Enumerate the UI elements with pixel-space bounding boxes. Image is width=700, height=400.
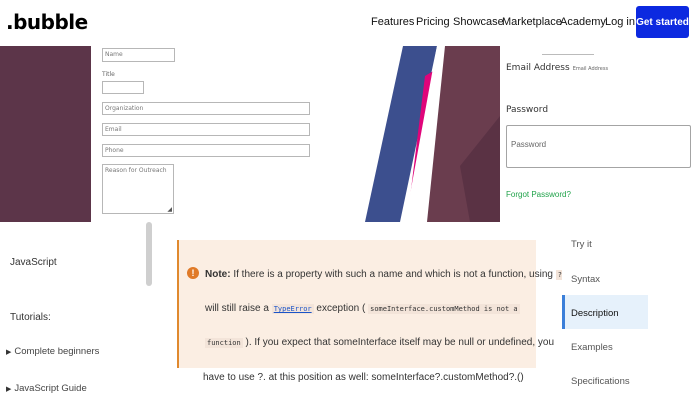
note-text: exception ( — [316, 303, 366, 314]
resize-handle-icon[interactable]: ◢ — [167, 206, 172, 213]
get-started-button[interactable]: Get started — [636, 6, 689, 38]
hero-graphic — [365, 46, 500, 222]
bubble-logo[interactable]: .bubble — [6, 10, 88, 34]
reason-textarea[interactable]: Reason for Outreach ◢ — [102, 164, 174, 214]
note-text: will still raise a — [205, 303, 269, 314]
expand-triangle-icon: ▶ — [6, 386, 12, 393]
sidebar-tutorials-label: Tutorials: — [10, 312, 51, 323]
divider — [542, 54, 594, 55]
nav-link-showcase[interactable]: Showcase — [453, 16, 504, 28]
note-text: ). If you expect that someInterface itse… — [245, 337, 555, 348]
toc-item-specifications[interactable]: Specifications — [571, 376, 630, 387]
password-input[interactable]: Password — [506, 125, 691, 168]
note-text: If there is a property with such a name … — [233, 269, 553, 280]
contact-form: Name Title Organization Email Phone Reas… — [91, 46, 365, 222]
abstract-shapes-image — [365, 46, 500, 222]
decorative-block — [0, 46, 91, 222]
password-label: Password — [506, 105, 549, 115]
phone-field[interactable]: Phone — [102, 144, 310, 157]
sidebar-item-label: JavaScript Guide — [14, 383, 87, 394]
name-field[interactable]: Name — [102, 48, 175, 62]
nav-link-academy[interactable]: Academy — [560, 16, 606, 28]
email-label-text: Email Address — [506, 63, 570, 73]
note-line-3: function ). If you expect that someInter… — [205, 337, 554, 348]
code-snippet: function — [205, 338, 243, 348]
forgot-password-link[interactable]: Forgot Password? — [506, 190, 571, 199]
login-panel: Email Address Email Address Password Pass… — [500, 46, 700, 222]
organization-field[interactable]: Organization — [102, 102, 310, 115]
sidebar-item-complete-beginners[interactable]: ▶ Complete beginners — [6, 346, 99, 357]
nav-link-features[interactable]: Features — [371, 16, 414, 28]
title-label: Title — [102, 71, 115, 78]
sidebar-item-javascript-guide[interactable]: ▶ JavaScript Guide — [6, 383, 87, 394]
email-label: Email Address Email Address — [506, 63, 608, 73]
sidebar-scrollbar[interactable] — [146, 222, 152, 286]
note-line-1: Note: If there is a property with such a… — [205, 269, 569, 280]
table-of-contents: Try it Syntax Description Examples Speci… — [562, 222, 700, 400]
nav-link-pricing[interactable]: Pricing — [416, 16, 450, 28]
toc-item-syntax[interactable]: Syntax — [571, 274, 600, 285]
nav-link-login[interactable]: Log in — [605, 16, 635, 28]
toc-item-examples[interactable]: Examples — [571, 342, 613, 353]
paragraph-text: have to use ?. at this position as well:… — [203, 372, 524, 383]
reason-placeholder: Reason for Outreach — [105, 167, 167, 174]
email-input[interactable]: Email Address — [573, 66, 608, 72]
note-line-2: will still raise a TypeError exception (… — [205, 303, 520, 314]
expand-triangle-icon: ▶ — [6, 349, 12, 356]
note-label: Note: — [205, 269, 231, 280]
nav-link-marketplace[interactable]: Marketplace — [502, 16, 562, 28]
top-navbar: .bubble Features Pricing Showcase Market… — [0, 0, 700, 46]
sidebar-item-label: Complete beginners — [14, 346, 100, 357]
mdn-sidebar: JavaScript Tutorials: ▶ Complete beginner… — [0, 222, 175, 400]
code-snippet: someInterface.customMethod is not a — [368, 304, 520, 314]
warning-icon: ! — [187, 267, 199, 279]
sidebar-section-title[interactable]: JavaScript — [10, 257, 57, 268]
email-field[interactable]: Email — [102, 123, 310, 136]
typeerror-link[interactable]: TypeError — [271, 304, 314, 314]
title-field[interactable] — [102, 81, 144, 94]
note-callout: ! Note: If there is a property with such… — [177, 240, 569, 368]
toc-item-description[interactable]: Description — [571, 308, 619, 319]
toc-item-try-it[interactable]: Try it — [571, 239, 592, 250]
